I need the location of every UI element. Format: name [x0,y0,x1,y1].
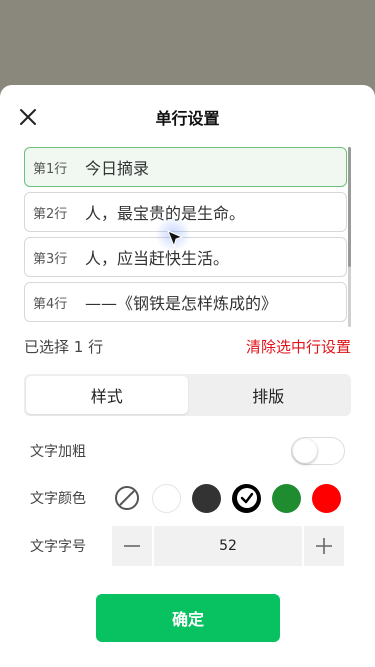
clear-selection-link[interactable]: 清除选中行设置 [246,336,351,357]
line-number: 第4行 [33,296,68,312]
line-row-1[interactable]: 第1行 今日摘录 [24,147,347,187]
color-swatch-green[interactable] [272,483,301,513]
tab-bar: 样式 排版 [24,374,351,416]
sheet-header: 单行设置 [0,85,375,147]
check-icon [236,488,257,508]
color-option: 文字颜色 [0,477,375,519]
toggle-knob [293,439,317,463]
selection-info: 已选择 1 行 清除选中行设置 [0,334,375,358]
size-label: 文字字号 [30,539,86,555]
bold-option: 文字加粗 [0,430,375,472]
color-label: 文字颜色 [30,491,86,507]
line-row-4[interactable]: 第4行 ——《钢铁是怎样炼成的》 [24,282,347,322]
dialog-title: 单行设置 [155,109,220,128]
line-list-scrollbar[interactable] [348,147,351,327]
increase-size-button[interactable] [304,526,344,566]
size-option: 文字字号 52 [0,525,375,567]
color-swatch-black[interactable] [232,483,261,513]
line-text: 今日摘录 [85,159,150,178]
mouse-pointer-icon [166,229,186,249]
line-text: 人，应当赶快生活。 [85,249,230,268]
tab-style[interactable]: 样式 [26,376,188,414]
font-size-stepper: 52 [112,526,344,566]
font-size-value[interactable]: 52 [154,526,302,566]
line-text: ——《钢铁是怎样炼成的》 [85,294,278,313]
color-swatch-red[interactable] [312,483,341,513]
settings-sheet: 单行设置 第1行 今日摘录 第2行 人，最宝贵的是生命。 第3行 人，应当赶快生… [0,85,375,667]
line-number: 第1行 [33,161,68,177]
decrease-size-button[interactable] [112,526,152,566]
no-color-icon [114,486,139,510]
line-number: 第2行 [33,206,68,222]
plus-icon [316,538,332,554]
selection-count: 已选择 1 行 [24,337,104,356]
color-swatch-dark-gray[interactable] [192,483,221,513]
line-number: 第3行 [33,251,68,267]
minus-icon [124,545,140,547]
color-swatch-white[interactable] [152,483,181,513]
bold-label: 文字加粗 [30,444,86,460]
color-swatch-none[interactable] [112,484,141,513]
confirm-button[interactable]: 确定 [96,594,280,642]
scrollbar-thumb[interactable] [348,147,351,267]
tab-layout[interactable]: 排版 [188,376,350,414]
color-swatches [112,483,341,513]
bold-toggle[interactable] [291,437,345,465]
